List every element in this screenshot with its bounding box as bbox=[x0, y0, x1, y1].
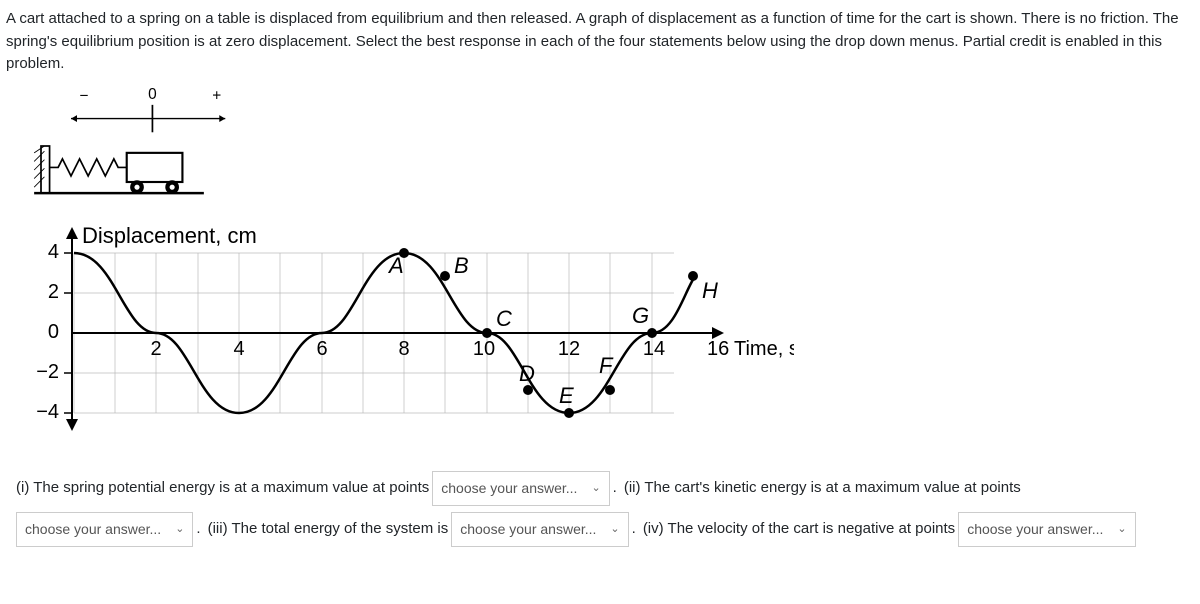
point-F: F bbox=[599, 353, 614, 378]
chevron-down-icon: ⌄ bbox=[610, 521, 619, 538]
xtick-2: 2 bbox=[150, 338, 161, 360]
point-A: A bbox=[387, 253, 404, 278]
statement-iv: (iv) The velocity of the cart is negativ… bbox=[643, 518, 955, 541]
ytick-m2: −2 bbox=[36, 361, 59, 383]
question-text: A cart attached to a spring on a table i… bbox=[6, 8, 1194, 76]
dropdown-ii[interactable]: choose your answer... ⌄ bbox=[16, 512, 193, 547]
point-E: E bbox=[559, 383, 574, 408]
dropdown-iii[interactable]: choose your answer... ⌄ bbox=[451, 512, 628, 547]
axis-minus: − bbox=[79, 87, 88, 104]
xtick-8: 8 bbox=[398, 338, 409, 360]
statement-iii: (iii) The total energy of the system is bbox=[208, 518, 449, 541]
point-B: B bbox=[454, 253, 469, 278]
chevron-down-icon: ⌄ bbox=[175, 521, 184, 538]
xtick-12: 12 bbox=[558, 338, 580, 360]
period-ii: . bbox=[196, 518, 200, 541]
statement-ii: (ii) The cart's kinetic energy is at a m… bbox=[624, 477, 1021, 500]
point-H: H bbox=[702, 278, 718, 303]
point-G: G bbox=[632, 303, 649, 328]
graph-title: Displacement, cm bbox=[82, 223, 257, 248]
statement-i: (i) The spring potential energy is at a … bbox=[16, 477, 429, 500]
xtick-16: 16 bbox=[707, 338, 729, 360]
cart-diagram-container: − 0 + bbox=[16, 86, 1194, 214]
ytick-m4: −4 bbox=[36, 401, 59, 423]
dropdown-iv-label: choose your answer... bbox=[967, 519, 1103, 540]
displacement-graph-container: 4 2 0 −2 −4 bbox=[14, 223, 1194, 441]
chevron-down-icon: ⌄ bbox=[1117, 521, 1126, 538]
dropdown-i[interactable]: choose your answer... ⌄ bbox=[432, 471, 609, 506]
xtick-4: 4 bbox=[233, 338, 244, 360]
point-D: D bbox=[519, 361, 535, 386]
ytick-4: 4 bbox=[48, 241, 59, 263]
xlabel: Time, s bbox=[734, 338, 794, 360]
dropdown-ii-label: choose your answer... bbox=[25, 519, 161, 540]
dropdown-i-label: choose your answer... bbox=[441, 478, 577, 499]
displacement-graph: 4 2 0 −2 −4 bbox=[14, 223, 794, 433]
period-i: . bbox=[613, 477, 617, 500]
xtick-10: 10 bbox=[473, 338, 495, 360]
ytick-0: 0 bbox=[48, 321, 59, 343]
ytick-2: 2 bbox=[48, 281, 59, 303]
period-iii: . bbox=[632, 518, 636, 541]
xtick-14: 14 bbox=[643, 338, 665, 360]
axis-zero: 0 bbox=[148, 86, 157, 103]
point-C: C bbox=[496, 306, 512, 331]
dropdown-iii-label: choose your answer... bbox=[460, 519, 596, 540]
axis-plus: + bbox=[212, 87, 221, 104]
xtick-6: 6 bbox=[316, 338, 327, 360]
answer-statements: (i) The spring potential energy is at a … bbox=[16, 471, 1194, 547]
chevron-down-icon: ⌄ bbox=[591, 480, 600, 497]
cart-spring-diagram: − 0 + bbox=[16, 86, 246, 206]
dropdown-iv[interactable]: choose your answer... ⌄ bbox=[958, 512, 1135, 547]
